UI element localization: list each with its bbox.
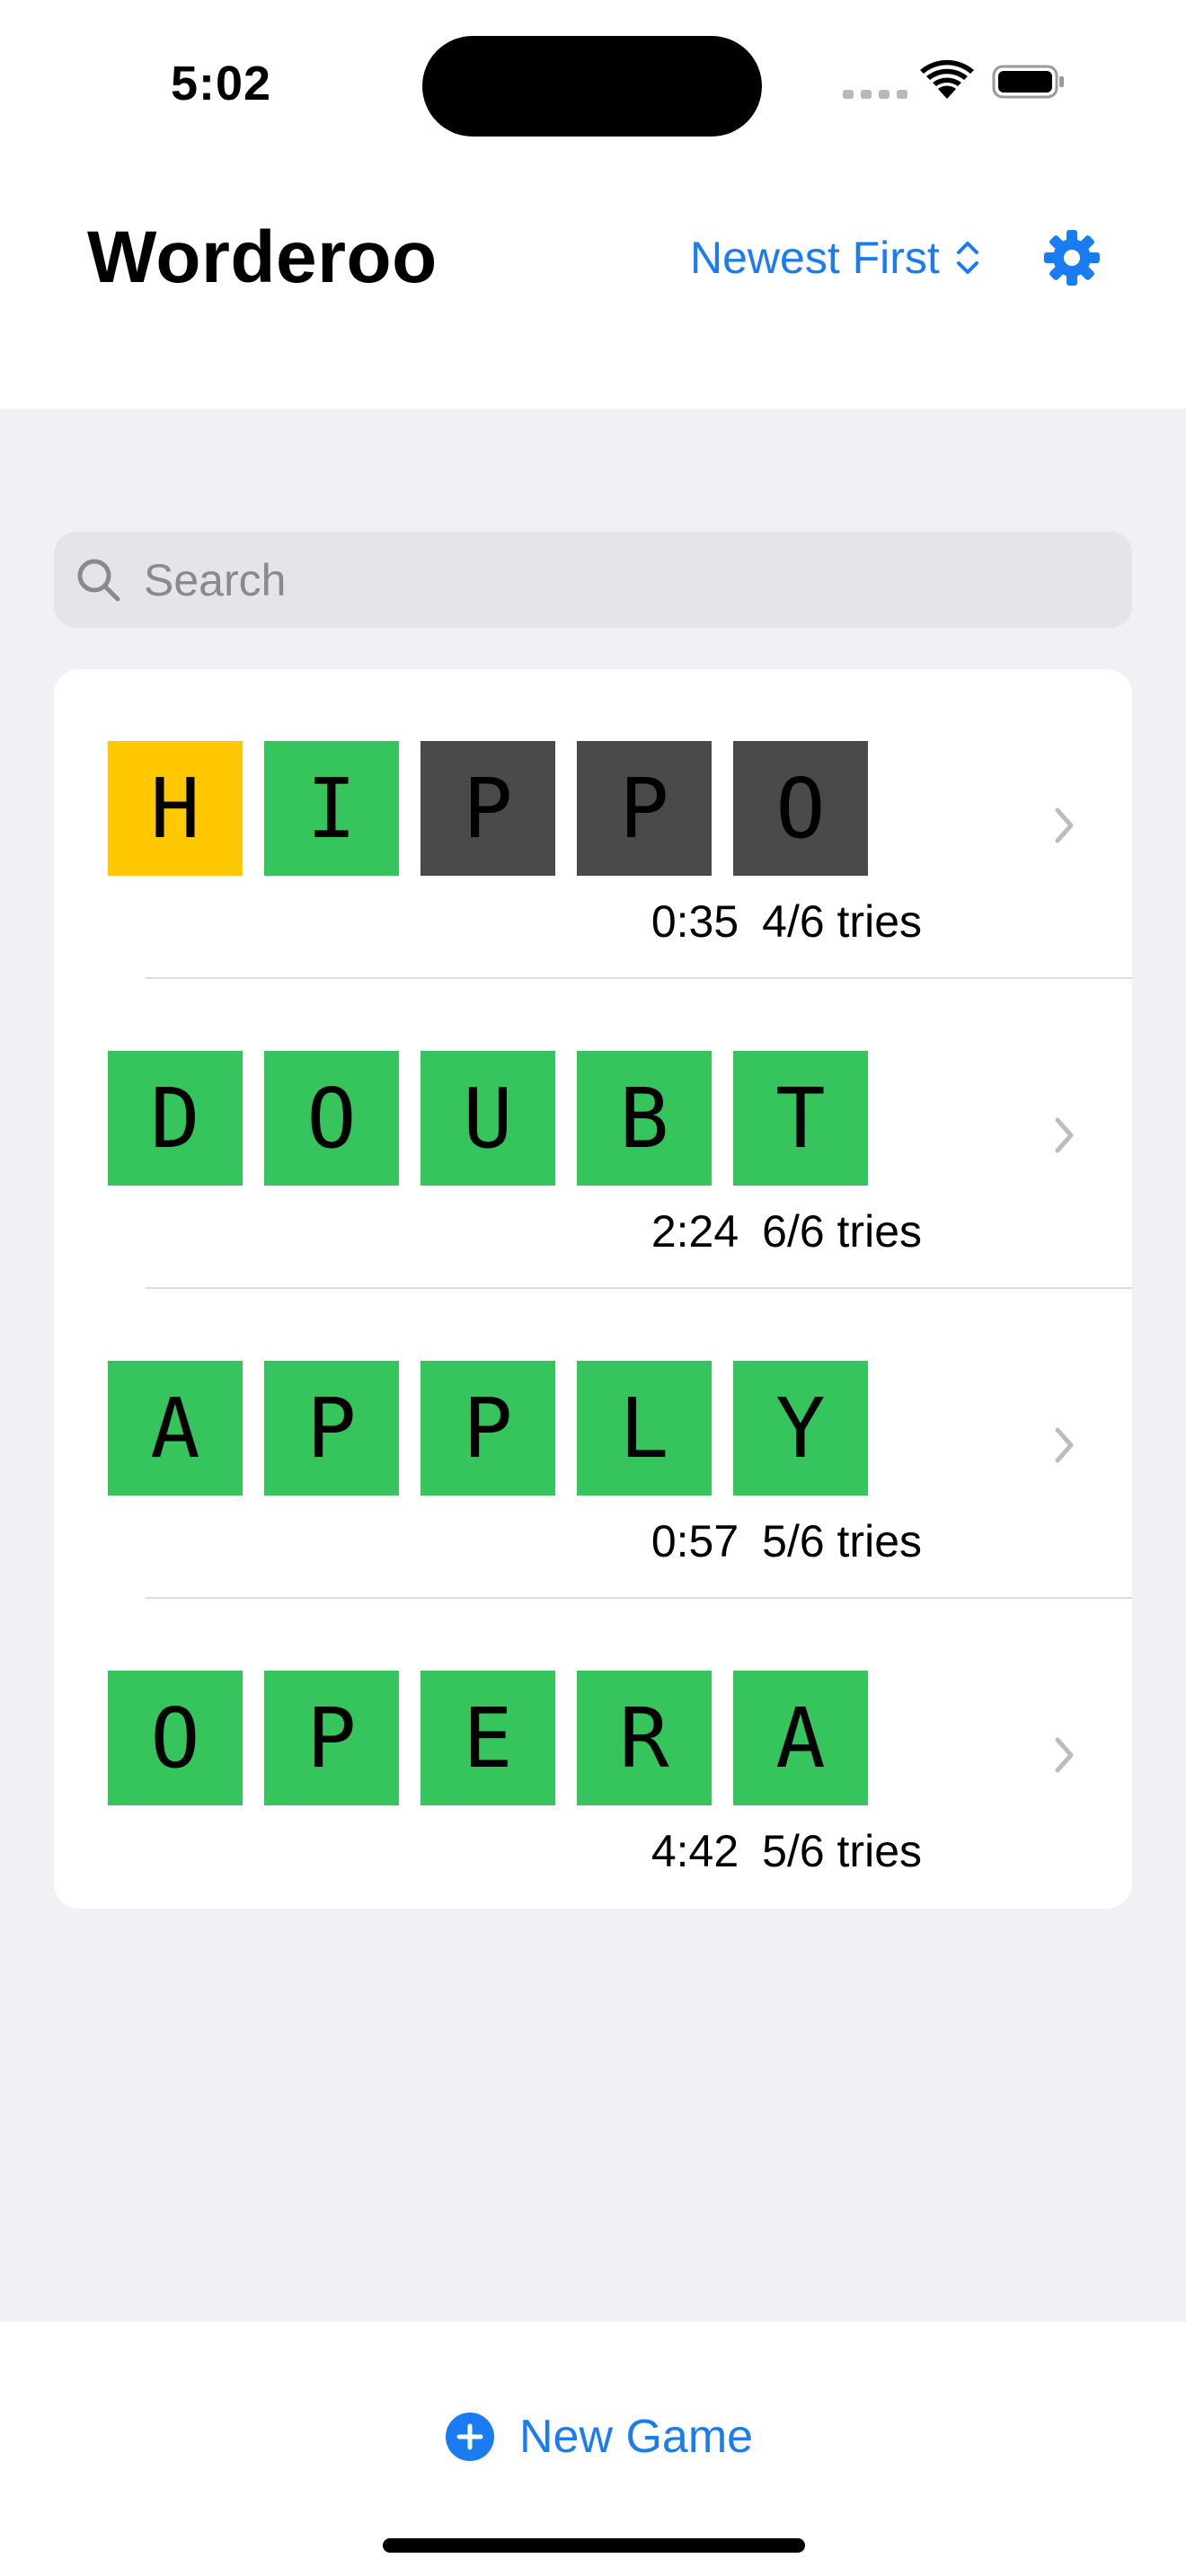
magnifying-glass-icon [77,559,120,601]
top-bar: 5:02 Worderoo Newest First [0,0,1186,409]
wifi-icon [920,59,974,99]
dynamic-island [422,36,762,137]
game-stats: 0:57 5/6 tries [108,1515,922,1567]
word-tiles: H I P P O [108,741,868,876]
game-time: 0:57 [651,1516,739,1566]
letter-tile: P [264,1361,399,1495]
letter-tile: D [108,1051,243,1186]
sort-label: Newest First [690,233,940,283]
letter-tile: P [420,741,555,876]
chevron-right-icon [1055,1427,1074,1463]
game-time: 0:35 [651,896,739,947]
word-tiles: D O U B T [108,1051,868,1186]
letter-tile: R [577,1671,712,1805]
chevron-right-icon [1055,807,1074,843]
status-time: 5:02 [171,57,272,110]
games-list: H I P P O 0:35 4/6 tries D O U B T 2:24 6/… [54,669,1132,1909]
letter-tile: A [108,1361,243,1495]
search-bar[interactable] [54,532,1132,628]
search-input[interactable] [144,543,1087,616]
sort-menu-button[interactable]: Newest First [690,226,981,289]
chevron-right-icon [1055,1737,1074,1773]
home-indicator [383,2538,805,2553]
letter-tile: H [108,741,243,876]
letter-tile: U [420,1051,555,1186]
letter-tile: L [577,1361,712,1495]
letter-tile: O [733,741,868,876]
game-time: 4:42 [651,1826,739,1876]
letter-tile: B [577,1051,712,1186]
letter-tile: P [264,1671,399,1805]
letter-tile: O [264,1051,399,1186]
new-game-label: New Game [519,2411,754,2463]
chevron-right-icon [1055,1117,1074,1153]
game-tries: 5/6 tries [762,1826,922,1876]
game-stats: 2:24 6/6 tries [108,1205,922,1257]
letter-tile: A [733,1671,868,1805]
game-tries: 4/6 tries [762,896,922,947]
battery-icon [992,65,1064,99]
game-row[interactable]: O P E R A 4:42 5/6 tries [54,1599,1132,1909]
game-row[interactable]: H I P P O 0:35 4/6 tries [54,669,1132,979]
app-title: Worderoo [87,216,438,298]
game-tries: 6/6 tries [762,1206,922,1257]
game-time: 2:24 [651,1206,739,1257]
cellular-signal-icon [843,90,907,99]
letter-tile: T [733,1051,868,1186]
gear-icon[interactable] [1044,230,1100,286]
letter-tile: Y [733,1361,868,1495]
game-stats: 0:35 4/6 tries [108,895,922,948]
word-tiles: O P E R A [108,1671,868,1805]
letter-tile: O [108,1671,243,1805]
chevron-up-down-icon [956,242,978,274]
letter-tile: P [577,741,712,876]
letter-tile: E [420,1671,555,1805]
letter-tile: I [264,741,399,876]
game-stats: 4:42 5/6 tries [108,1825,922,1877]
plus-circle-icon [446,2413,494,2461]
game-row[interactable]: D O U B T 2:24 6/6 tries [54,979,1132,1289]
new-game-button[interactable]: New Game [446,2401,753,2473]
status-icons [843,59,1064,99]
game-row[interactable]: A P P L Y 0:57 5/6 tries [54,1289,1132,1599]
word-tiles: A P P L Y [108,1361,868,1495]
game-tries: 5/6 tries [762,1516,922,1566]
letter-tile: P [420,1361,555,1495]
